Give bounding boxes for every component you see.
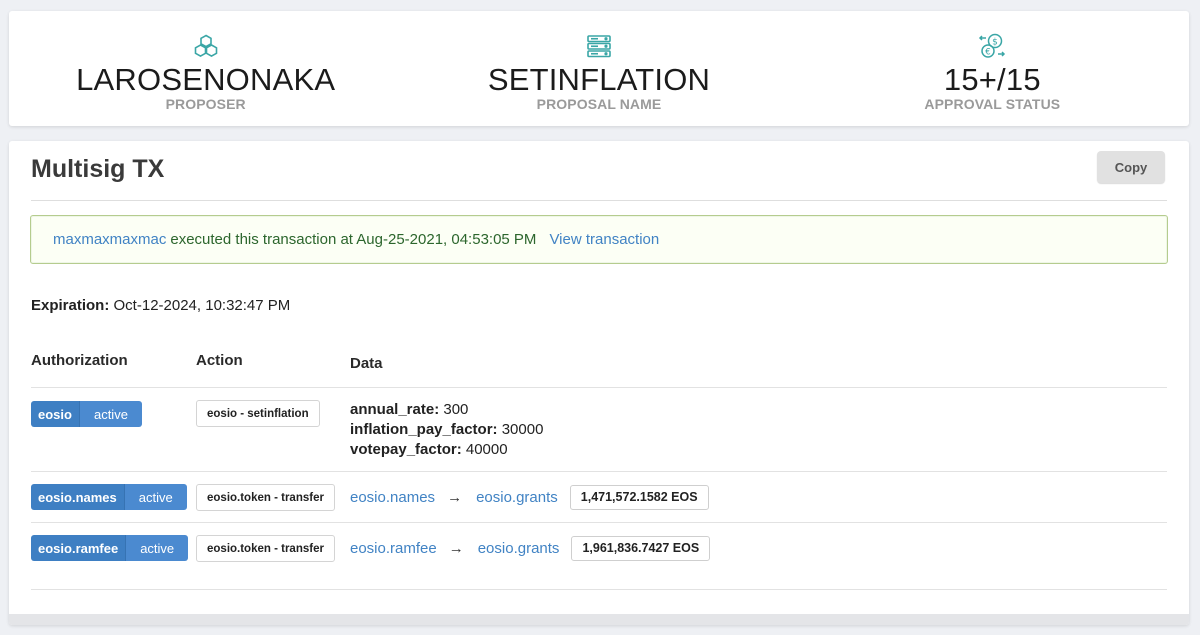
to-account-link[interactable]: eosio.grants	[478, 540, 560, 557]
proposal-name-label: PROPOSAL NAME	[536, 96, 662, 112]
page-title: Multisig TX	[31, 155, 165, 183]
approval-status-stat: $ € 15+/15 APPROVAL STATUS	[796, 11, 1189, 126]
table-divider	[31, 387, 1167, 388]
executor-account-link[interactable]: maxmaxmaxmac	[53, 231, 166, 248]
expiration-label: Expiration:	[31, 297, 110, 314]
approval-status-value: 15+/15	[943, 62, 1041, 97]
table-divider	[31, 522, 1167, 523]
table-divider	[31, 589, 1167, 590]
header-action: Action	[196, 352, 243, 369]
proposal-name-stat: SETINFLATION PROPOSAL NAME	[402, 11, 795, 126]
execution-text: executed this transaction at Aug-25-2021…	[170, 231, 537, 248]
proposal-summary-card: LAROSENONAKA PROPOSER SETINFLATION PROPO…	[9, 11, 1189, 126]
auth-actor: eosio	[31, 401, 79, 427]
transfer-amount: 1,471,572.1582 EOS	[569, 484, 709, 510]
view-transaction-link[interactable]: View transaction	[549, 231, 659, 248]
from-account-link[interactable]: eosio.ramfee	[350, 540, 437, 557]
svg-text:€: €	[986, 47, 991, 57]
auth-actor: eosio.names	[31, 484, 124, 510]
svg-text:$: $	[992, 38, 998, 48]
proposer-value: LAROSENONAKA	[76, 62, 336, 97]
expiration: Expiration: Oct-12-2024, 10:32:47 PM	[31, 297, 290, 314]
currency-exchange-icon: $ €	[978, 33, 1006, 59]
auth-actor: eosio.ramfee	[31, 535, 126, 561]
proposal-name-value: SETINFLATION	[487, 62, 711, 97]
proposer-stat: LAROSENONAKA PROPOSER	[9, 11, 402, 126]
data-field: annual_rate: 300	[350, 401, 469, 418]
hexagon-cluster-icon	[192, 33, 220, 59]
transfer-amount: 1,961,836.7427 EOS	[571, 535, 711, 561]
transfer-data: eosio.names → eosio.grants 1,471,572.158…	[350, 484, 709, 510]
data-field: votepay_factor: 40000	[350, 441, 508, 458]
header-data: Data	[350, 355, 383, 372]
action-label: eosio.token - transfer	[196, 535, 335, 562]
divider	[31, 200, 1167, 201]
authorization-badge: eosio active	[31, 401, 142, 427]
action-data: annual_rate: 300 inflation_pay_factor: 3…	[350, 400, 543, 460]
server-stack-icon	[586, 33, 612, 59]
arrow-right-icon: →	[448, 539, 464, 557]
execution-notice: maxmaxmaxmac executed this transaction a…	[30, 215, 1168, 264]
auth-permission: active	[125, 535, 189, 561]
from-account-link[interactable]: eosio.names	[350, 489, 435, 506]
auth-permission: active	[123, 484, 187, 510]
header-authorization: Authorization	[31, 352, 128, 369]
copy-button[interactable]: Copy	[1097, 151, 1165, 183]
arrow-right-icon: →	[447, 488, 463, 506]
auth-permission: active	[78, 401, 142, 427]
action-label: eosio - setinflation	[196, 400, 320, 427]
expiration-value: Oct-12-2024, 10:32:47 PM	[113, 297, 291, 314]
authorization-badge: eosio.ramfee active	[31, 535, 189, 561]
transfer-data: eosio.ramfee → eosio.grants 1,961,836.74…	[350, 535, 711, 561]
multisig-tx-card: Multisig TX Copy maxmaxmaxmac executed t…	[9, 141, 1189, 625]
action-label: eosio.token - transfer	[196, 484, 335, 511]
table-divider	[31, 471, 1167, 472]
approval-status-label: APPROVAL STATUS	[924, 96, 1061, 112]
proposer-label: PROPOSER	[165, 96, 246, 112]
authorization-badge: eosio.names active	[31, 484, 187, 510]
card-footer	[9, 614, 1189, 625]
data-field: inflation_pay_factor: 30000	[350, 421, 544, 438]
to-account-link[interactable]: eosio.grants	[476, 489, 558, 506]
